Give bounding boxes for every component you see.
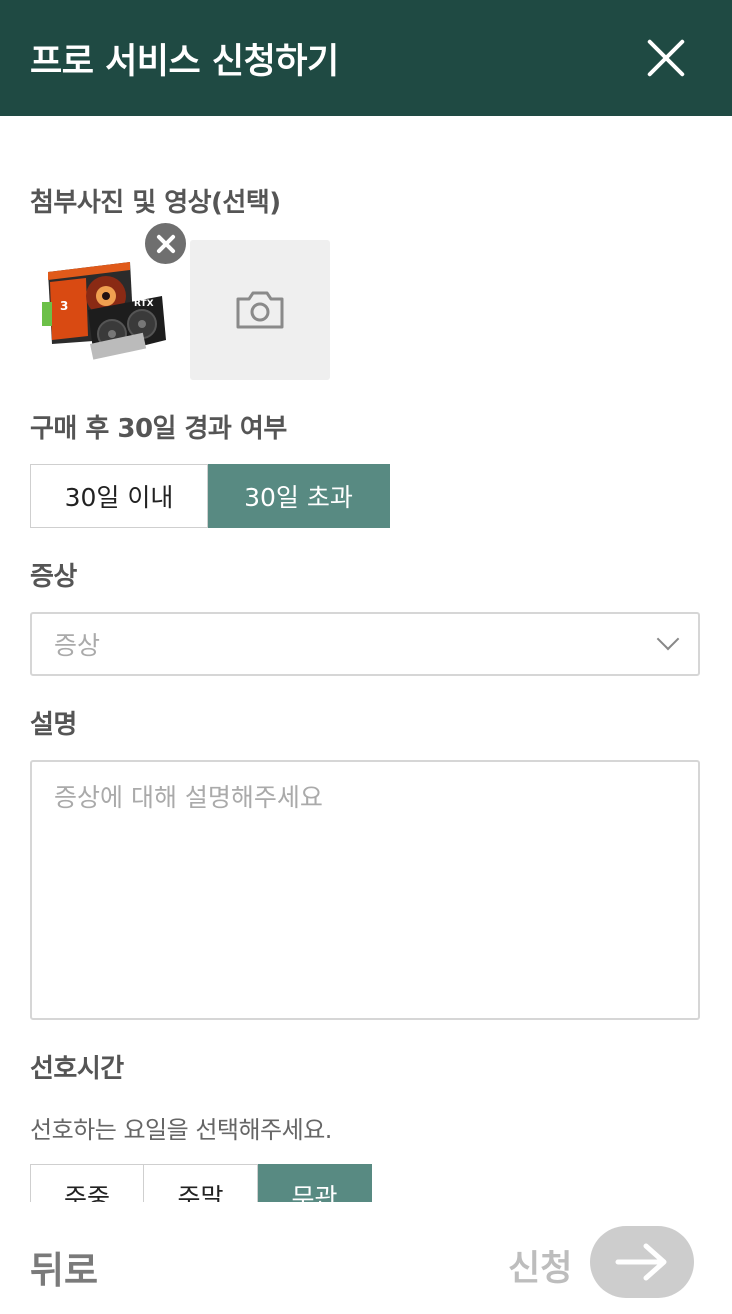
day-option-any[interactable]: 무관 [258,1164,372,1202]
purchase-period-label: 구매 후 30일 경과 여부 [30,414,287,444]
symptom-select-value: 증상 [54,631,101,660]
chevron-down-icon [656,627,680,651]
form-scroll-area[interactable]: 첨부사진 및 영상(선택) 3 RTX 구매 후 30일 경과 여부 30일 이… [0,116,732,1202]
preferred-time-label: 선호시간 [30,1054,124,1084]
preferred-day-toggle: 주중 주말 무관 [30,1164,372,1202]
remove-photo-icon[interactable] [143,221,188,266]
back-button[interactable]: 뒤로 [30,1240,98,1294]
close-icon[interactable] [644,36,688,80]
purchase-period-toggle: 30일 이내 30일 초과 [30,464,390,528]
attachments-label: 첨부사진 및 영상(선택) [30,188,281,218]
svg-text:3: 3 [60,299,68,313]
submit-label[interactable]: 신청 [508,1240,572,1291]
arrow-right-icon [615,1243,667,1281]
option-within-30-days[interactable]: 30일 이내 [30,464,208,528]
description-label: 설명 [30,710,77,740]
header-bar: 프로 서비스 신청하기 [0,0,732,116]
camera-icon [236,291,284,329]
description-textarea[interactable] [30,760,700,1020]
graphics-card-photo: 3 RTX [30,240,170,380]
symptom-select[interactable]: 증상 [30,612,700,676]
svg-text:RTX: RTX [134,299,154,309]
footer-bar: 뒤로 신청 [0,1202,732,1314]
add-photo-button[interactable] [190,240,330,380]
day-option-weekend[interactable]: 주말 [144,1164,258,1202]
preferred-time-hint: 선호하는 요일을 선택해주세요. [30,1116,332,1144]
attached-photo-thumbnail[interactable]: 3 RTX [30,240,170,380]
submit-button[interactable] [590,1226,694,1298]
day-option-weekday[interactable]: 주중 [30,1164,144,1202]
option-over-30-days[interactable]: 30일 초과 [208,464,390,528]
page-title: 프로 서비스 신청하기 [30,41,339,82]
symptom-label: 증상 [30,562,77,592]
